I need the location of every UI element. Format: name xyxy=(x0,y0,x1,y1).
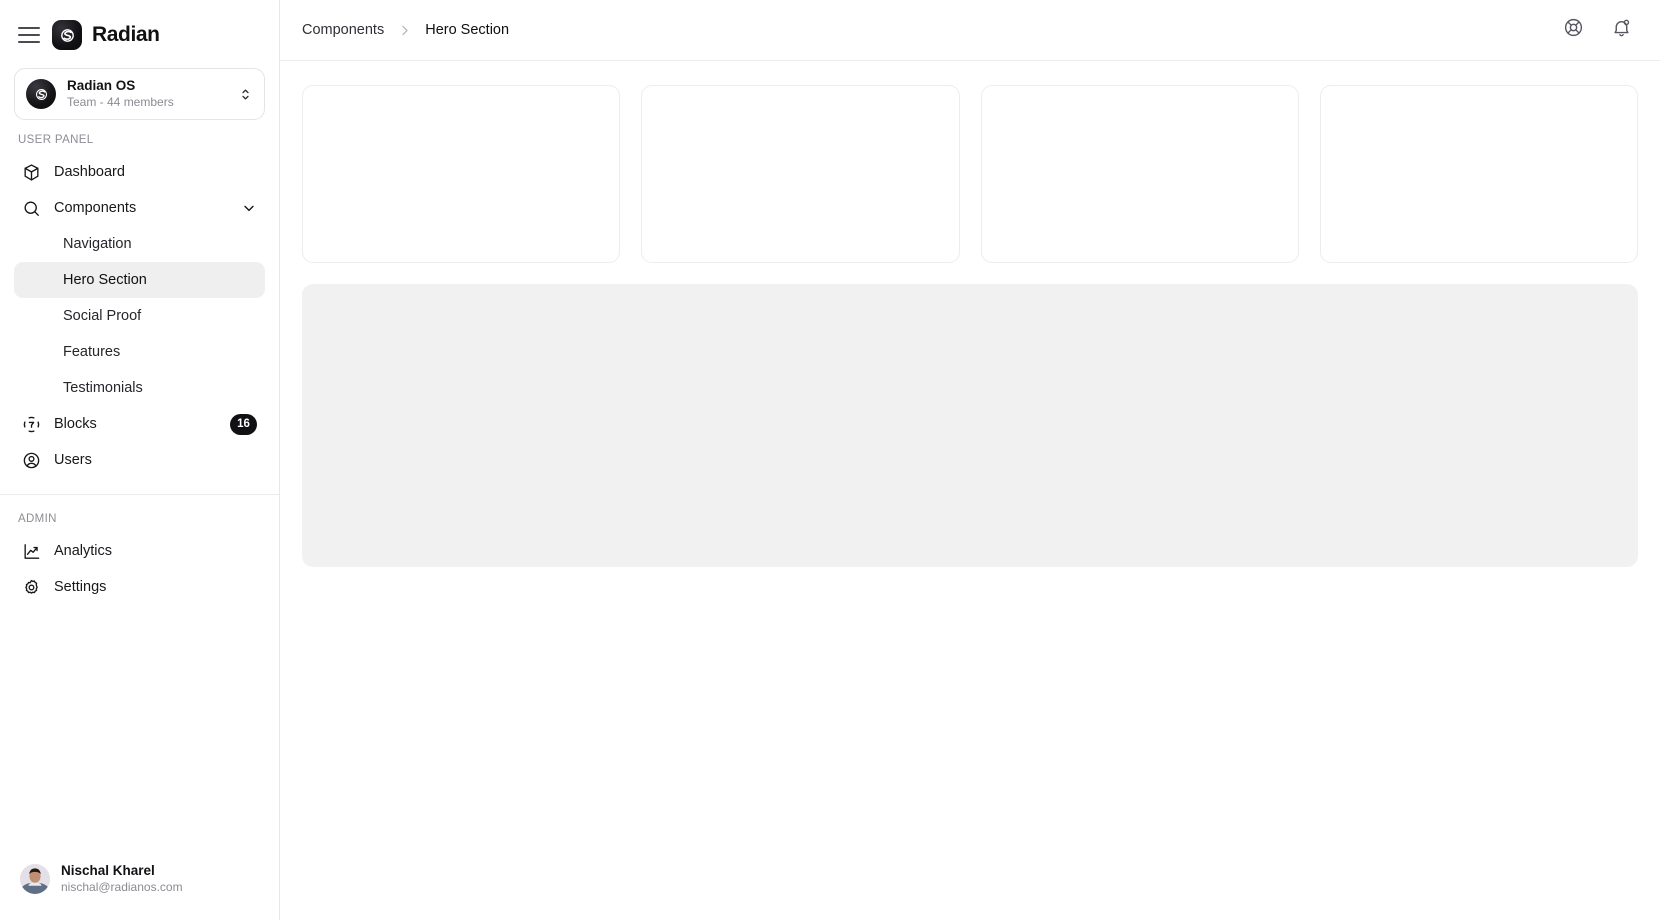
sidebar-item-hero-section[interactable]: Hero Section xyxy=(14,262,265,298)
sidebar-divider xyxy=(0,494,279,495)
notifications-button[interactable] xyxy=(1604,13,1638,47)
sidebar-item-label: Dashboard xyxy=(54,164,125,180)
sidebar: Radian Radian OS Team - 44 members USER … xyxy=(0,0,280,920)
sidebar-item-label: Users xyxy=(54,452,92,468)
breadcrumb: Components Hero Section xyxy=(302,22,509,38)
brand-logo[interactable]: Radian xyxy=(52,20,160,50)
sidebar-item-label: Components xyxy=(54,200,137,216)
user-text: Nischal Kharel nischal@radianos.com xyxy=(61,862,183,896)
org-subtitle: Team - 44 members xyxy=(67,95,174,110)
sidebar-navigation: USER PANEL Dashboard Components Navigati… xyxy=(0,120,279,856)
trending-up-chart-icon xyxy=(22,542,41,561)
main-area: Components Hero Section xyxy=(280,0,1660,920)
bell-notification-icon xyxy=(1611,17,1632,43)
sidebar-item-users[interactable]: Users xyxy=(14,442,265,478)
sidebar-subitem-label: Social Proof xyxy=(63,308,142,324)
blocks-target-icon xyxy=(22,415,41,434)
radian-swoosh-logo-icon xyxy=(52,20,82,50)
skeleton-card xyxy=(302,85,621,263)
skeleton-panel xyxy=(302,284,1638,567)
breadcrumb-item-hero-section: Hero Section xyxy=(425,22,510,38)
sidebar-header: Radian xyxy=(0,0,279,64)
chevron-down-icon[interactable] xyxy=(241,200,257,216)
sidebar-footer: Nischal Kharel nischal@radianos.com xyxy=(0,856,279,920)
sidebar-item-blocks[interactable]: Blocks 16 xyxy=(14,406,265,442)
box-icon xyxy=(22,163,41,182)
help-button[interactable] xyxy=(1556,13,1590,47)
org-switcher-text: Radian OS Team - 44 members xyxy=(67,78,227,111)
skeleton-card xyxy=(980,85,1299,263)
gear-icon xyxy=(22,578,41,597)
radian-org-avatar-icon xyxy=(26,79,56,109)
org-switcher[interactable]: Radian OS Team - 44 members xyxy=(14,68,265,120)
sidebar-item-dashboard[interactable]: Dashboard xyxy=(14,154,265,190)
content-area xyxy=(280,61,1660,920)
sidebar-item-settings[interactable]: Settings xyxy=(14,569,265,605)
user-photo-avatar xyxy=(20,863,50,894)
user-name: Nischal Kharel xyxy=(61,862,155,878)
search-icon xyxy=(22,199,41,218)
nav-section-label-user-panel: USER PANEL xyxy=(18,134,94,146)
sidebar-item-navigation[interactable]: Navigation xyxy=(14,226,265,262)
chevron-right-icon xyxy=(397,23,412,38)
sidebar-subitem-label: Hero Section xyxy=(63,272,147,288)
topbar-actions xyxy=(1556,13,1638,47)
skeleton-card xyxy=(1319,85,1638,263)
sidebar-subitem-label: Testimonials xyxy=(63,380,143,396)
user-circle-icon xyxy=(22,451,41,470)
current-user-profile[interactable]: Nischal Kharel nischal@radianos.com xyxy=(14,856,265,902)
sidebar-subitem-label: Navigation xyxy=(63,236,132,252)
sidebar-item-social-proof[interactable]: Social Proof xyxy=(14,298,265,334)
brand-name: Radian xyxy=(92,23,160,46)
skeleton-card xyxy=(641,85,960,263)
breadcrumb-item-components[interactable]: Components xyxy=(302,22,384,38)
chevron-up-down-icon xyxy=(238,87,253,102)
sidebar-item-label: Blocks xyxy=(54,416,97,432)
hamburger-menu-icon[interactable] xyxy=(18,27,40,43)
nav-section-label-admin: ADMIN xyxy=(18,513,57,525)
sidebar-item-label: Settings xyxy=(54,579,107,595)
skeleton-card-row xyxy=(302,85,1638,263)
app-root: Radian Radian OS Team - 44 members USER … xyxy=(0,0,1660,920)
topbar: Components Hero Section xyxy=(280,0,1660,61)
sidebar-item-features[interactable]: Features xyxy=(14,334,265,370)
sidebar-item-analytics[interactable]: Analytics xyxy=(14,533,265,569)
sidebar-subitem-label: Features xyxy=(63,344,121,360)
blocks-count-badge: 16 xyxy=(230,413,257,435)
life-buoy-help-icon xyxy=(1563,17,1584,43)
org-name: Radian OS xyxy=(67,77,136,93)
sidebar-item-testimonials[interactable]: Testimonials xyxy=(14,370,265,406)
sidebar-item-label: Analytics xyxy=(54,543,113,559)
sidebar-item-components[interactable]: Components xyxy=(14,190,265,226)
user-email: nischal@radianos.com xyxy=(61,880,183,895)
